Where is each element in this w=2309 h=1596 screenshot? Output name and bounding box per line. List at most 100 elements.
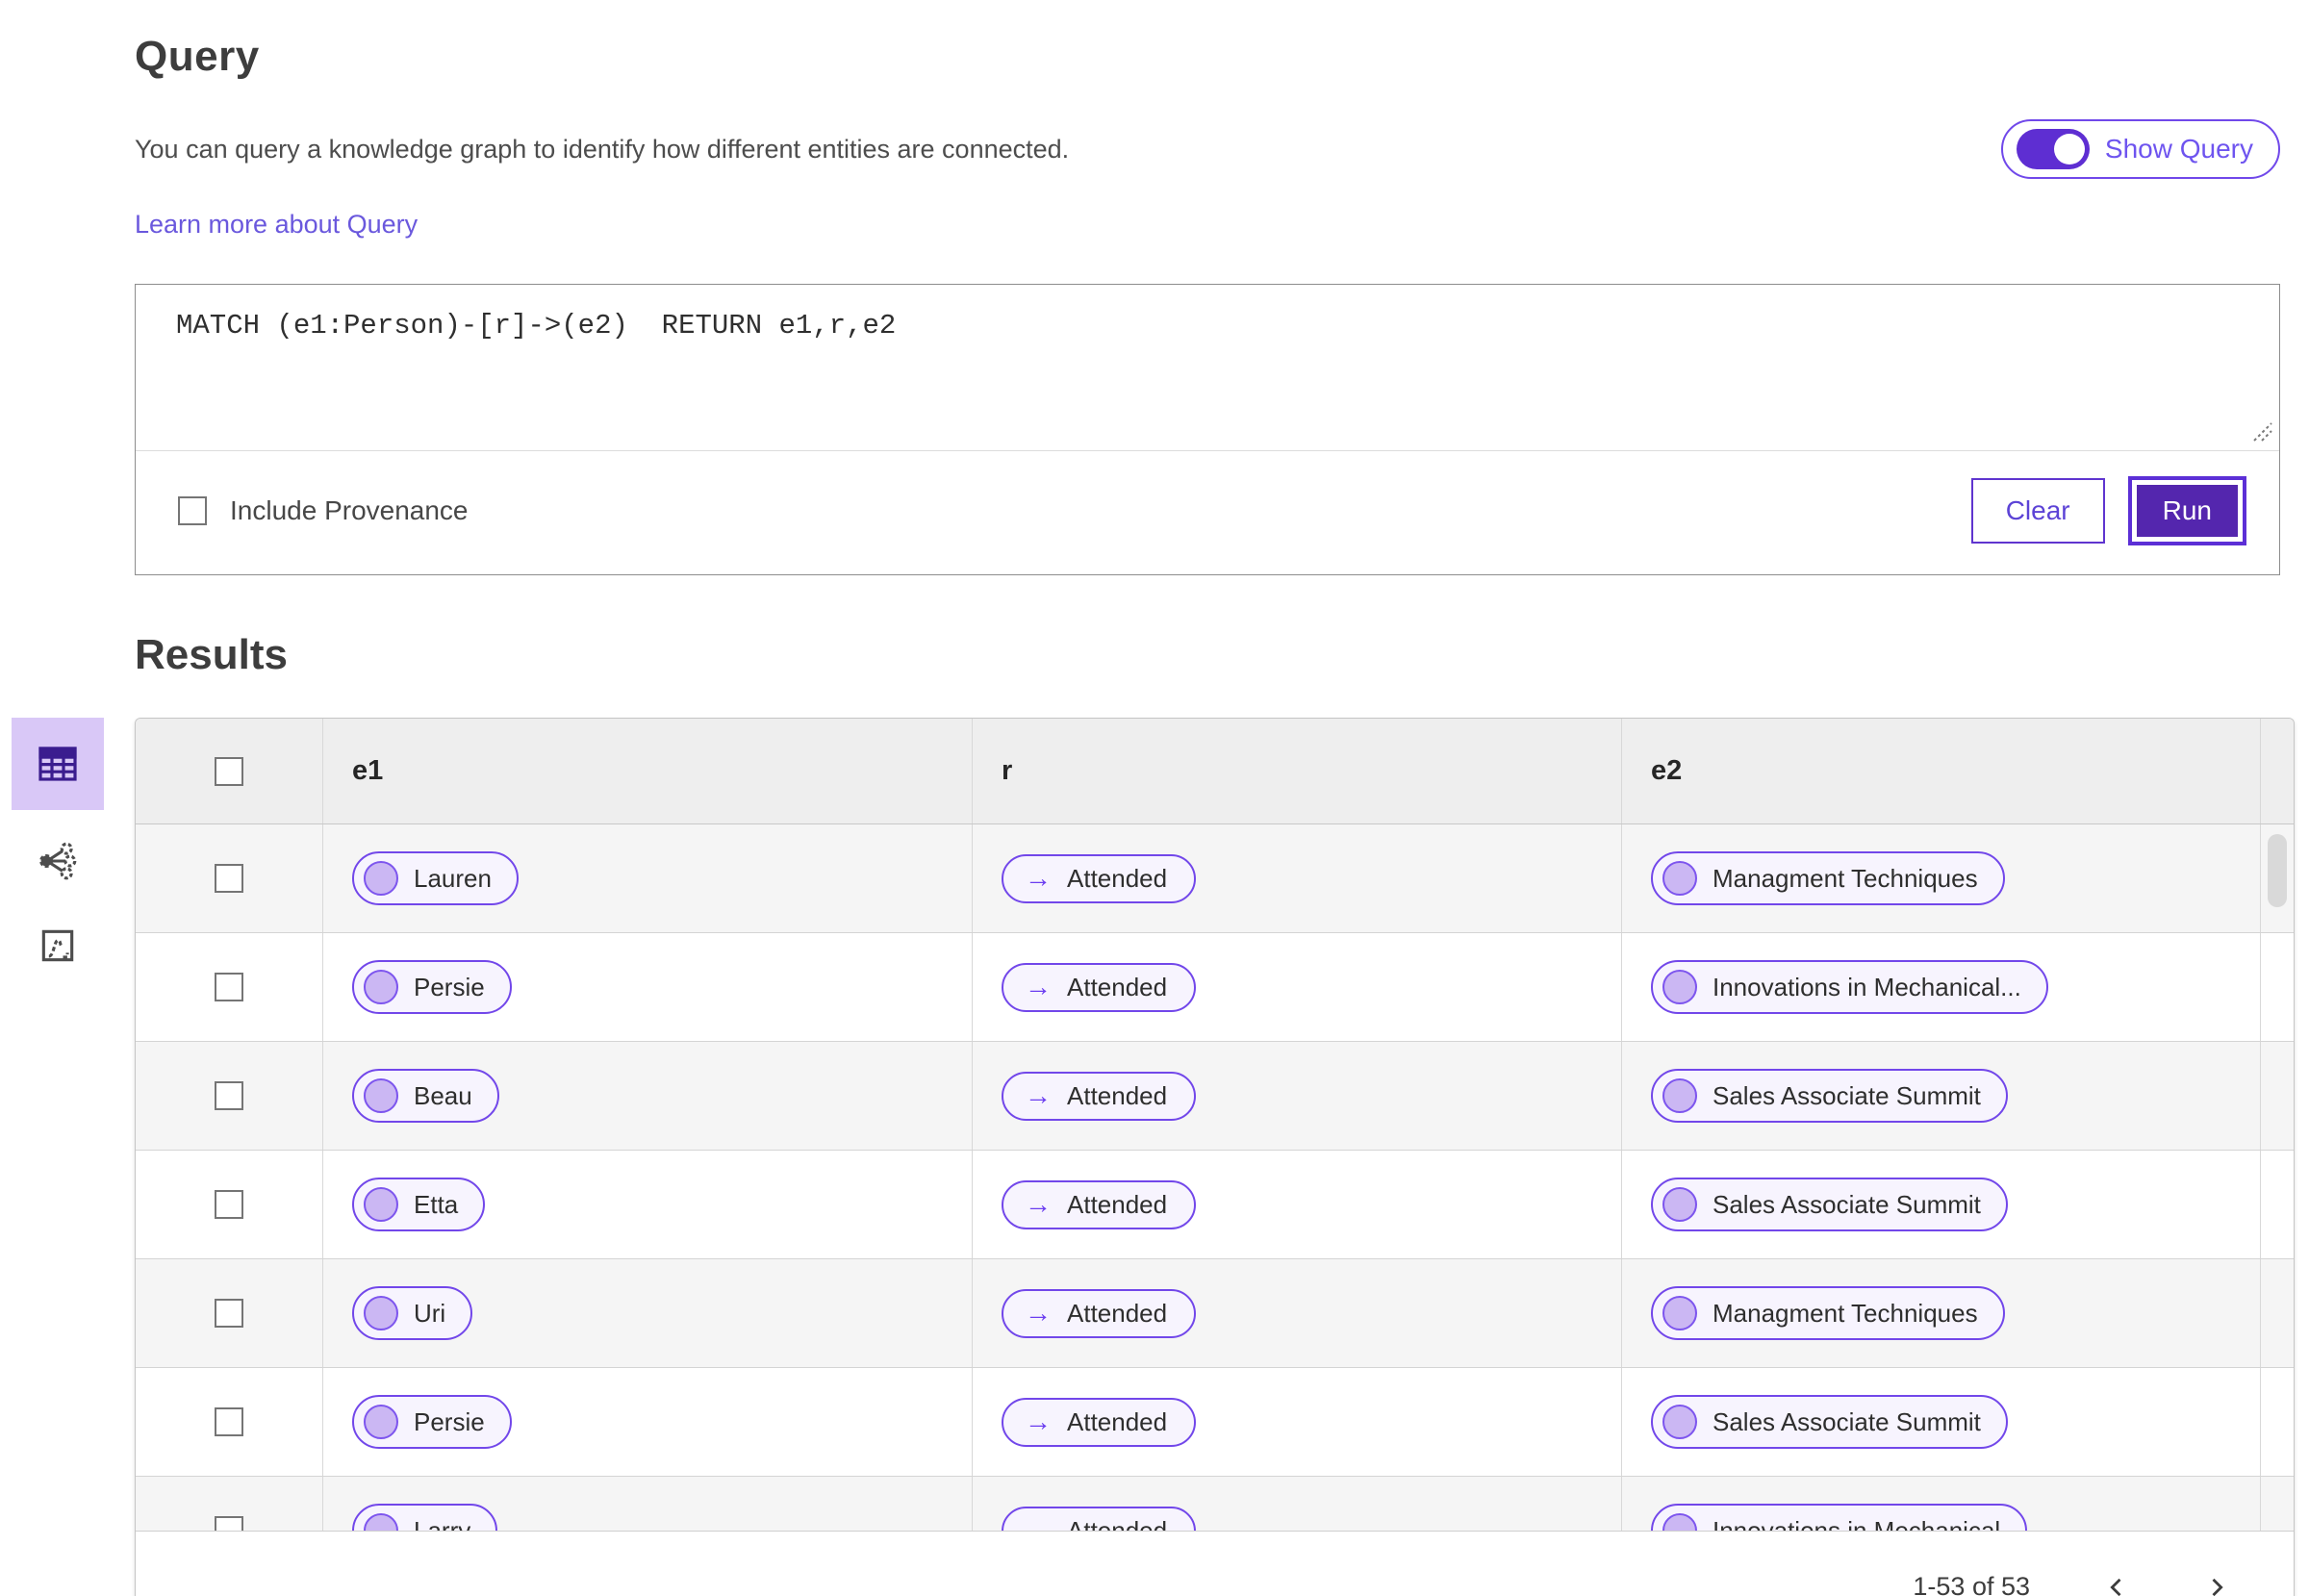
table-view-icon	[35, 741, 81, 787]
table-header-row: e1 r e2	[136, 719, 2294, 824]
entity-node-icon	[364, 1296, 398, 1330]
toggle-knob	[2053, 134, 2085, 165]
table-row: Lauren → Attended Managment Techniques	[136, 824, 2294, 933]
entity-pill-e1-label: Etta	[414, 1189, 459, 1219]
pagination-label: 1-53 of 53	[1913, 1572, 2030, 1596]
relation-pill-label: Attended	[1067, 1515, 1168, 1532]
column-header-e2: e2	[1651, 755, 1683, 786]
query-page: Query You can query a knowledge graph to…	[0, 0, 2309, 1596]
entity-pill-e2[interactable]: Innovations in Mechanical...	[1651, 960, 2048, 1014]
entity-pill-e2-label: Sales Associate Summit	[1713, 1406, 1981, 1436]
row-checkbox[interactable]	[215, 1190, 243, 1219]
relation-arrow-icon: →	[1025, 863, 1052, 893]
row-checkbox[interactable]	[215, 1516, 243, 1531]
include-provenance-label: Include Provenance	[230, 495, 469, 525]
entity-pill-e1[interactable]: Uri	[352, 1286, 473, 1340]
entity-pill-e2[interactable]: Managment Techniques	[1651, 851, 2005, 905]
entity-node-icon	[1662, 1513, 1697, 1531]
show-query-toggle[interactable]: Show Query	[2000, 119, 2280, 179]
entity-pill-e2[interactable]: Innovations in Mechanical	[1651, 1504, 2028, 1532]
entity-node-icon	[1662, 861, 1697, 896]
entity-node-icon	[1662, 970, 1697, 1004]
relation-pill-label: Attended	[1067, 1298, 1168, 1328]
relation-pill-label: Attended	[1067, 972, 1168, 1001]
row-checkbox[interactable]	[215, 864, 243, 893]
table-row: Larry → Attended Innovations in Mechanic…	[136, 1477, 2294, 1531]
column-header-r: r	[1002, 755, 1013, 786]
chart-view-icon	[37, 925, 79, 967]
entity-pill-e2[interactable]: Sales Associate Summit	[1651, 1178, 2008, 1231]
entity-pill-e2[interactable]: Sales Associate Summit	[1651, 1069, 2008, 1123]
row-checkbox[interactable]	[215, 1081, 243, 1110]
relation-pill-label: Attended	[1067, 1080, 1168, 1110]
entity-pill-e1-label: Lauren	[414, 863, 492, 893]
table-pagination: 1-53 of 53	[136, 1531, 2294, 1596]
graph-view-icon	[37, 840, 79, 882]
relation-pill-label: Attended	[1067, 1406, 1168, 1436]
table-row: Persie → Attended Innovations in Mechani…	[136, 933, 2294, 1042]
previous-page-button[interactable]	[2103, 1574, 2130, 1596]
relation-pill[interactable]: → Attended	[1002, 1288, 1197, 1338]
relation-pill[interactable]: → Attended	[1002, 1397, 1197, 1447]
entity-pill-e2-label: Sales Associate Summit	[1713, 1080, 1981, 1110]
relation-pill-label: Attended	[1067, 863, 1168, 893]
clear-button[interactable]: Clear	[1970, 478, 2105, 544]
row-checkbox[interactable]	[215, 973, 243, 1001]
entity-node-icon	[364, 1405, 398, 1439]
entity-pill-e1[interactable]: Etta	[352, 1178, 486, 1231]
vertical-scrollbar-thumb[interactable]	[2268, 834, 2287, 907]
entity-node-icon	[364, 861, 398, 896]
resize-handle-icon[interactable]	[2248, 418, 2273, 443]
entity-pill-e2-label: Managment Techniques	[1713, 1298, 1978, 1328]
entity-pill-e2-label: Sales Associate Summit	[1713, 1189, 1981, 1219]
page-title: Query	[135, 33, 260, 80]
entity-pill-e2-label: Managment Techniques	[1713, 863, 1978, 893]
table-row: Persie → Attended Sales Associate Summit	[136, 1368, 2294, 1477]
relation-pill[interactable]: → Attended	[1002, 1071, 1197, 1121]
relation-pill[interactable]: → Attended	[1002, 853, 1197, 903]
view-switcher	[0, 718, 135, 979]
entity-pill-e2-label: Innovations in Mechanical	[1713, 1515, 2001, 1532]
entity-pill-e2-label: Innovations in Mechanical...	[1713, 972, 2021, 1001]
relation-pill[interactable]: → Attended	[1002, 962, 1197, 1012]
next-page-button[interactable]	[2203, 1574, 2230, 1596]
results-title: Results	[135, 631, 288, 678]
entity-pill-e1[interactable]: Larry	[352, 1504, 498, 1531]
entity-pill-e2[interactable]: Managment Techniques	[1651, 1286, 2005, 1340]
entity-pill-e1[interactable]: Lauren	[352, 851, 519, 905]
learn-more-link[interactable]: Learn more about Query	[135, 210, 418, 240]
relation-pill[interactable]: → Attended	[1002, 1506, 1197, 1532]
relation-arrow-icon: →	[1025, 1298, 1052, 1328]
entity-pill-e1[interactable]: Beau	[352, 1069, 499, 1123]
table-body: Lauren → Attended Managment Techniques P…	[136, 824, 2294, 1531]
entity-pill-e1[interactable]: Persie	[352, 960, 512, 1014]
entity-node-icon	[364, 1187, 398, 1222]
entity-node-icon	[1662, 1405, 1697, 1439]
row-checkbox[interactable]	[215, 1407, 243, 1436]
table-view-button[interactable]	[12, 718, 104, 810]
entity-pill-e1-label: Uri	[414, 1298, 446, 1328]
select-all-checkbox[interactable]	[215, 756, 243, 786]
toggle-switch-on[interactable]	[2016, 129, 2090, 169]
column-header-e1: e1	[352, 755, 384, 786]
relation-arrow-icon: →	[1025, 1080, 1052, 1110]
table-row: Uri → Attended Managment Techniques	[136, 1259, 2294, 1368]
entity-node-icon	[364, 970, 398, 1004]
graph-view-button[interactable]	[12, 827, 104, 895]
entity-pill-e2[interactable]: Sales Associate Summit	[1651, 1395, 2008, 1449]
chart-view-button[interactable]	[12, 912, 104, 979]
entity-node-icon	[364, 1513, 398, 1531]
query-input[interactable]: MATCH (e1:Person)-[r]->(e2) RETURN e1,r,…	[136, 285, 2279, 450]
relation-arrow-icon: →	[1025, 972, 1052, 1001]
relation-pill-label: Attended	[1067, 1189, 1168, 1219]
include-provenance-checkbox[interactable]	[178, 496, 207, 525]
relation-arrow-icon: →	[1025, 1189, 1052, 1219]
row-checkbox[interactable]	[215, 1299, 243, 1328]
results-table: e1 r e2 Lauren → Attended Managment Tech…	[135, 718, 2295, 1596]
relation-arrow-icon: →	[1025, 1515, 1052, 1532]
relation-pill[interactable]: → Attended	[1002, 1179, 1197, 1229]
entity-pill-e1[interactable]: Persie	[352, 1395, 512, 1449]
entity-node-icon	[1662, 1187, 1697, 1222]
run-button[interactable]: Run	[2127, 476, 2246, 545]
entity-node-icon	[364, 1078, 398, 1113]
